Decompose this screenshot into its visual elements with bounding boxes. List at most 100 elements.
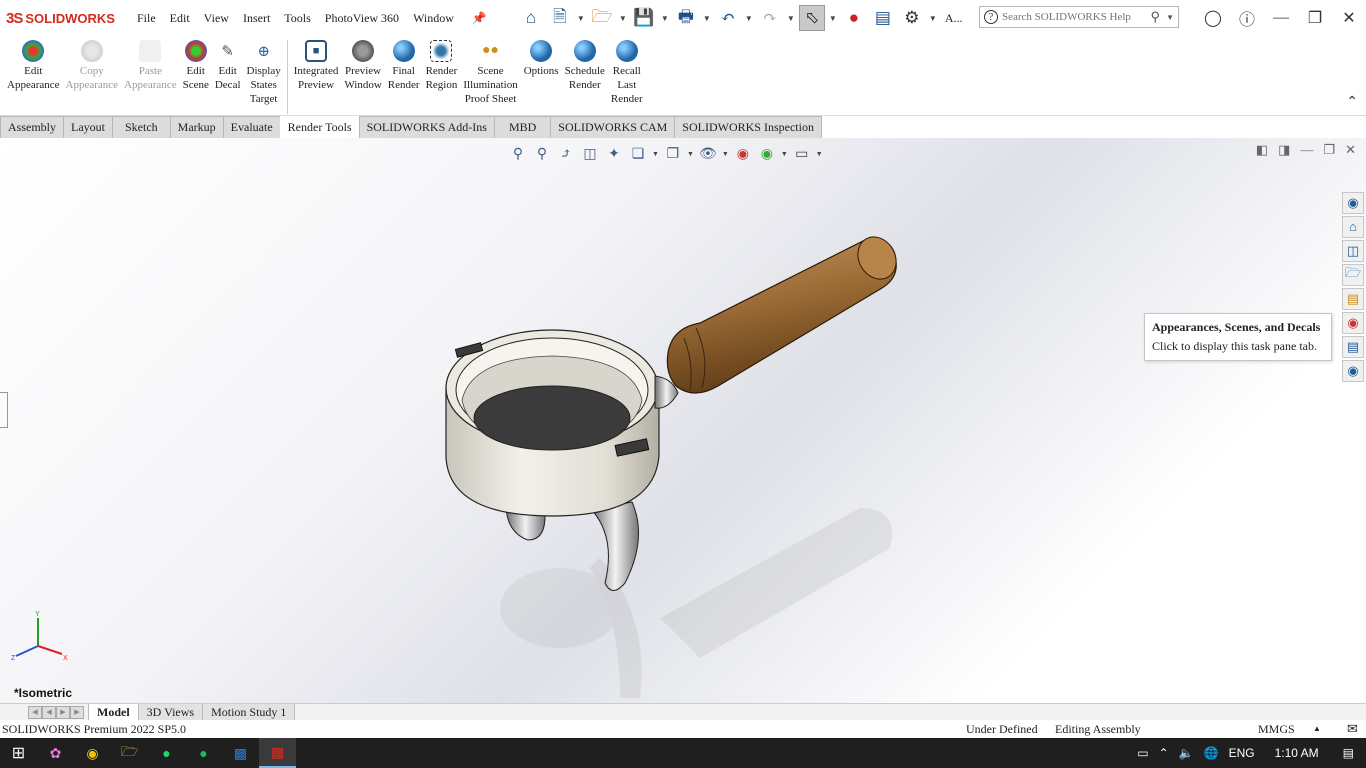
chrome-icon[interactable]: ◉ bbox=[74, 738, 111, 768]
copy-appearance-button[interactable]: Copy Appearance bbox=[63, 40, 122, 92]
menu-view[interactable]: View bbox=[197, 11, 236, 26]
search-dropdown-icon[interactable]: ▼ bbox=[1166, 13, 1174, 22]
home-pane-icon[interactable]: ⌂ bbox=[1342, 216, 1364, 238]
integrated-preview-button[interactable]: ■ Integrated Preview bbox=[291, 40, 342, 92]
language-indicator[interactable]: ENG bbox=[1229, 746, 1255, 760]
design-library-icon[interactable]: ◫ bbox=[1342, 240, 1364, 262]
graphics-area[interactable]: ⚲ ⚲ ⤴ ◫ ✦ ❏ ▼ ❐ ▼ 👁 ▼ ◉ ◉ ▼ ▭ ▼ ◧ ◨ — ❐ … bbox=[0, 138, 1366, 703]
file-properties-icon[interactable]: ▤ bbox=[870, 5, 896, 31]
tab-mbd[interactable]: MBD bbox=[493, 116, 552, 138]
menu-tools[interactable]: Tools bbox=[277, 11, 318, 26]
spotify-icon[interactable]: ● bbox=[185, 738, 222, 768]
display-states-target-button[interactable]: ⊕ Display States Target bbox=[244, 40, 284, 106]
schedule-render-button[interactable]: Schedule Render bbox=[562, 40, 608, 92]
tab-assembly[interactable]: Assembly bbox=[0, 116, 64, 138]
solidworks-resources-icon[interactable]: ◉ bbox=[1342, 192, 1364, 214]
collapse-ribbon-icon[interactable]: ⌃ bbox=[1346, 94, 1358, 111]
solidworks-logo[interactable]: 3S SOLIDWORKS bbox=[0, 10, 130, 27]
appearances-scenes-decals-icon[interactable]: ◉ bbox=[1342, 312, 1364, 334]
search-icon[interactable]: ⚲ bbox=[1151, 9, 1161, 25]
save-dropdown-icon[interactable]: ▼ bbox=[660, 14, 670, 23]
whatsapp-icon[interactable]: ● bbox=[148, 738, 185, 768]
word-icon[interactable]: ▩ bbox=[222, 738, 259, 768]
save-icon[interactable]: 💾 bbox=[631, 5, 657, 31]
tab-solidworks-cam[interactable]: SOLIDWORKS CAM bbox=[550, 116, 676, 138]
select-dropdown-icon[interactable]: ▼ bbox=[828, 14, 838, 23]
notification-center-icon[interactable]: ▤ bbox=[1343, 746, 1354, 760]
tab-model[interactable]: Model bbox=[88, 703, 139, 721]
menu-photoview[interactable]: PhotoView 360 bbox=[318, 11, 406, 26]
solidworks-forum-icon[interactable]: ◉ bbox=[1342, 360, 1364, 382]
show-hidden-icons-icon[interactable]: ⌃ bbox=[1159, 746, 1169, 760]
open-dropdown-icon[interactable]: ▼ bbox=[618, 14, 628, 23]
rebuild-traffic-light-icon[interactable]: ● bbox=[841, 5, 867, 31]
new-dropdown-icon[interactable]: ▼ bbox=[576, 14, 586, 23]
clock[interactable]: 1:10 AM bbox=[1275, 746, 1319, 760]
custom-properties-icon[interactable]: ▤ bbox=[1342, 336, 1364, 358]
tab-evaluate[interactable]: Evaluate bbox=[222, 116, 281, 138]
volume-icon[interactable]: 🔈 bbox=[1179, 746, 1194, 760]
previous-tab-icon[interactable]: ◀ bbox=[42, 705, 56, 719]
view-palette-icon[interactable]: ▤ bbox=[1342, 288, 1364, 310]
units-dropdown-icon[interactable]: ▲ bbox=[1313, 720, 1321, 738]
first-tab-icon[interactable]: ◀ bbox=[28, 705, 42, 719]
render-region-button[interactable]: Render Region bbox=[423, 40, 461, 92]
scene-illumination-label: Scene Illumination Proof Sheet bbox=[463, 65, 518, 105]
file-explorer-taskbar-icon[interactable]: 🗁 bbox=[111, 738, 148, 768]
minimize-icon[interactable]: — bbox=[1264, 9, 1298, 27]
undo-icon[interactable]: ↶ bbox=[715, 5, 741, 31]
options-gear-icon[interactable]: ⚙ bbox=[899, 5, 925, 31]
final-render-button[interactable]: Final Render bbox=[385, 40, 423, 92]
close-icon[interactable]: ✕ bbox=[1332, 8, 1366, 28]
menu-window[interactable]: Window bbox=[406, 11, 461, 26]
tab-solidworks-add-ins[interactable]: SOLIDWORKS Add-Ins bbox=[358, 116, 495, 138]
windows-start-icon[interactable]: ⊞ bbox=[0, 738, 37, 768]
redo-icon[interactable]: ↷ bbox=[757, 5, 783, 31]
copy-appearance-label: Copy Appearance bbox=[65, 65, 119, 91]
tab-layout[interactable]: Layout bbox=[63, 116, 113, 138]
edit-appearance-button[interactable]: Edit Appearance bbox=[4, 40, 63, 92]
menu-edit[interactable]: Edit bbox=[163, 11, 197, 26]
network-globe-icon[interactable]: 🌐 bbox=[1204, 746, 1219, 760]
display-icon[interactable]: ▭ bbox=[1137, 746, 1148, 760]
tab-motion-study-1[interactable]: Motion Study 1 bbox=[202, 703, 296, 721]
home-icon[interactable]: ⌂ bbox=[518, 5, 544, 31]
notifications-icon[interactable]: ✉ bbox=[1347, 720, 1358, 738]
user-account-icon[interactable]: ◯ bbox=[1196, 8, 1230, 28]
print-icon[interactable]: 🖶 bbox=[673, 5, 699, 31]
units-selector[interactable]: MMGS bbox=[1258, 720, 1295, 738]
scene-illumination-proof-sheet-button[interactable]: ●● Scene Illumination Proof Sheet bbox=[460, 40, 520, 106]
file-explorer-icon[interactable]: 🗁 bbox=[1342, 264, 1364, 286]
last-tab-icon[interactable]: ▶ bbox=[70, 705, 84, 719]
restore-icon[interactable]: ❐ bbox=[1298, 8, 1332, 28]
edit-scene-icon bbox=[184, 40, 207, 62]
pin-menu-icon[interactable]: 📌 bbox=[465, 11, 494, 26]
tab-render-tools[interactable]: Render Tools bbox=[279, 116, 360, 138]
options-dropdown-icon[interactable]: ▼ bbox=[928, 14, 938, 23]
select-pointer-icon[interactable]: ⬁ bbox=[798, 5, 825, 31]
tab-sketch[interactable]: Sketch bbox=[112, 116, 171, 138]
menu-file[interactable]: File bbox=[130, 11, 163, 26]
solidworks-taskbar-icon[interactable]: ▩ bbox=[259, 738, 296, 768]
redo-dropdown-icon[interactable]: ▼ bbox=[786, 14, 796, 23]
quickbar-overflow[interactable]: A... bbox=[945, 11, 963, 26]
undo-dropdown-icon[interactable]: ▼ bbox=[744, 14, 754, 23]
print-dropdown-icon[interactable]: ▼ bbox=[702, 14, 712, 23]
tab-markup[interactable]: Markup bbox=[169, 116, 224, 138]
open-icon[interactable]: 🗁 bbox=[589, 5, 615, 31]
recall-last-render-button[interactable]: Recall Last Render bbox=[608, 40, 646, 106]
copilot-icon[interactable]: ✿ bbox=[37, 738, 74, 768]
portafilter-model[interactable] bbox=[0, 138, 1366, 703]
edit-decal-button[interactable]: ✎ Edit Decal bbox=[212, 40, 244, 92]
menu-insert[interactable]: Insert bbox=[236, 11, 277, 26]
next-tab-icon[interactable]: ▶ bbox=[56, 705, 70, 719]
options-button[interactable]: Options bbox=[521, 40, 562, 78]
tab-3d-views[interactable]: 3D Views bbox=[137, 703, 204, 721]
edit-scene-button[interactable]: Edit Scene bbox=[180, 40, 212, 92]
search-input[interactable] bbox=[1002, 11, 1151, 23]
new-document-icon[interactable]: 🗎 bbox=[547, 5, 573, 31]
help-icon[interactable]: ⓘ bbox=[1230, 6, 1264, 30]
preview-window-button[interactable]: Preview Window bbox=[341, 40, 384, 92]
tab-solidworks-inspection[interactable]: SOLIDWORKS Inspection bbox=[674, 116, 822, 138]
paste-appearance-button[interactable]: Paste Appearance bbox=[121, 40, 180, 92]
